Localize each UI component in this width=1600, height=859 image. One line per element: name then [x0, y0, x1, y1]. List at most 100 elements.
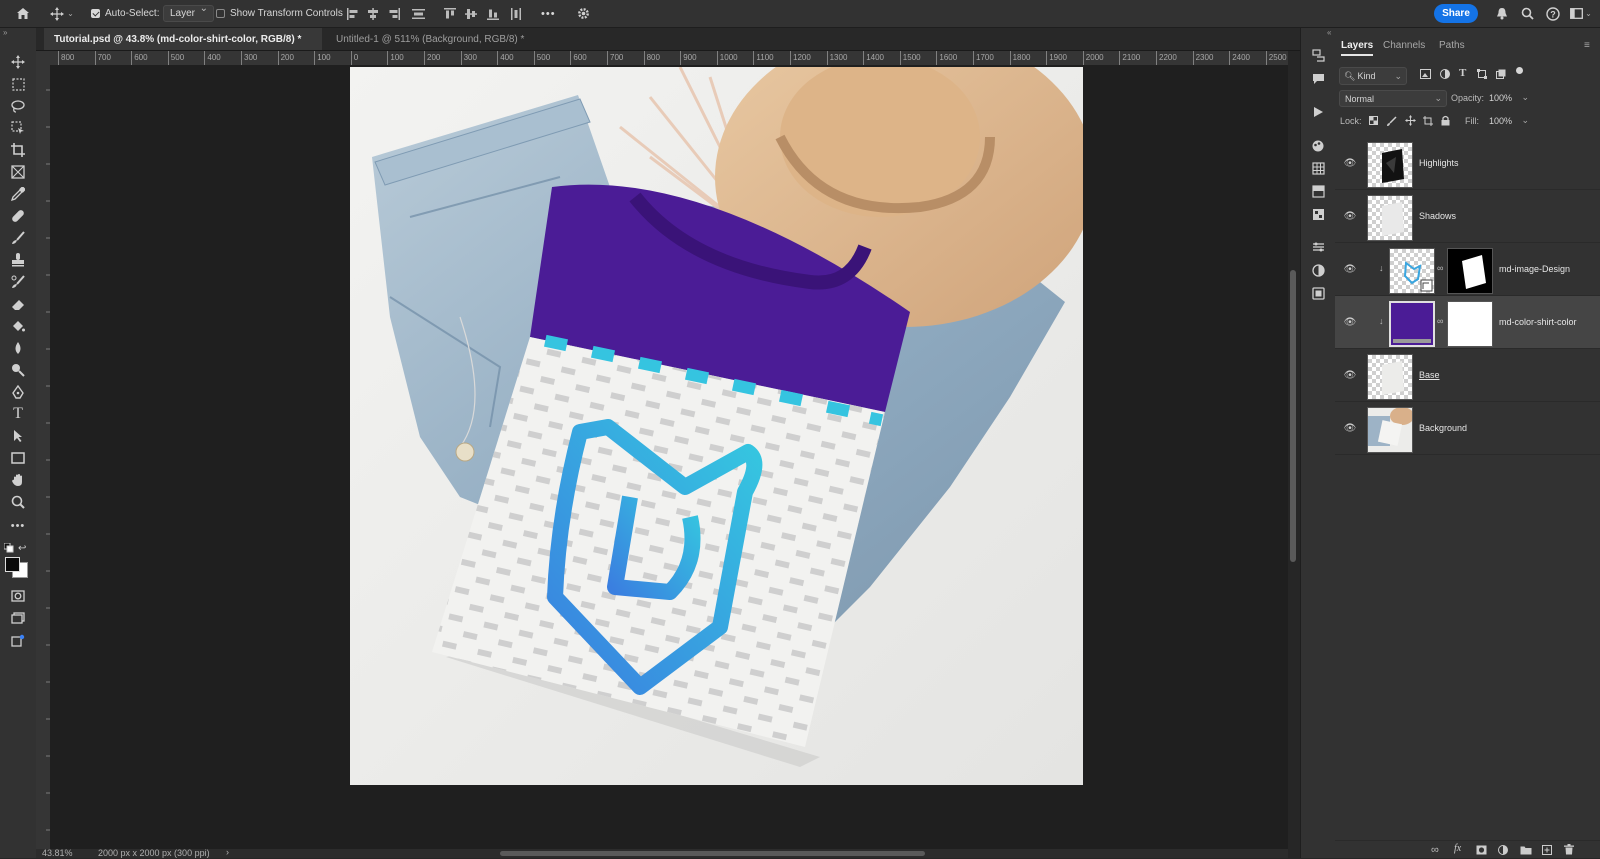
align-middle-icon[interactable] [464, 0, 478, 27]
comments-panel-icon[interactable] [1308, 70, 1328, 88]
show-transform-checkbox[interactable]: Show Transform Controls [216, 0, 343, 27]
lock-all-icon[interactable] [1441, 115, 1450, 129]
layer-name[interactable]: md-color-shirt-color [1499, 317, 1577, 327]
filter-adjustment-icon[interactable] [1440, 69, 1450, 82]
gear-icon[interactable] [575, 0, 591, 27]
filter-pixel-icon[interactable] [1420, 69, 1431, 82]
home-icon[interactable] [14, 0, 32, 27]
align-center-icon[interactable] [366, 0, 380, 27]
history-brush-tool-icon[interactable] [6, 272, 30, 292]
blend-mode-dropdown[interactable]: Normal ⌄ [1339, 90, 1447, 107]
paint-bucket-tool-icon[interactable] [6, 316, 30, 336]
collapse-panels-icon[interactable]: « [1327, 28, 1331, 37]
clone-stamp-tool-icon[interactable] [6, 250, 30, 270]
tab-layers[interactable]: Layers [1341, 40, 1373, 51]
align-top-icon[interactable] [443, 0, 457, 27]
color-panel-icon[interactable] [1308, 136, 1328, 154]
quick-mask-icon[interactable] [6, 586, 30, 606]
gradients-panel-icon[interactable] [1308, 182, 1328, 200]
search-icon[interactable] [1519, 0, 1535, 27]
layer-row-shadows[interactable]: 👁︎ Shadows [1335, 190, 1600, 243]
layer-row-md-image-design[interactable]: 👁︎ ↓ ∞ md-image-Design [1335, 243, 1600, 296]
filter-smart-object-icon[interactable] [1496, 69, 1506, 82]
filter-shape-icon[interactable] [1477, 69, 1487, 82]
align-bottom-icon[interactable] [486, 0, 500, 27]
eye-icon[interactable]: 👁︎ [1344, 316, 1357, 328]
align-left-icon[interactable] [346, 0, 360, 27]
eye-icon[interactable]: 👁︎ [1344, 263, 1357, 275]
share-button[interactable]: Share [1434, 4, 1478, 23]
zoom-level[interactable]: 43.81% [42, 848, 73, 858]
rectangle-tool-icon[interactable] [6, 448, 30, 468]
eye-icon[interactable]: 👁︎ [1344, 369, 1357, 381]
properties-panel-icon[interactable] [1308, 238, 1328, 256]
layer-name[interactable]: Base [1419, 370, 1440, 380]
bell-icon[interactable] [1494, 0, 1510, 27]
document-canvas[interactable] [350, 67, 1083, 785]
horizontal-ruler[interactable]: 800 700 600 500 400 300 200 100 0 100 200 300 400 500… [50, 51, 1288, 66]
zoom-tool-icon[interactable] [6, 492, 30, 512]
workspace-icon[interactable]: ⌄ [1569, 0, 1593, 27]
layer-name[interactable]: md-image-Design [1499, 264, 1570, 274]
auto-select-checkbox[interactable]: Auto-Select: [91, 0, 159, 27]
screen-mode-icon[interactable] [6, 608, 30, 628]
panel-menu-icon[interactable]: ≡ [1584, 40, 1590, 51]
distribute-vertical-icon[interactable] [509, 0, 523, 27]
new-adjustment-layer-icon[interactable] [1498, 845, 1508, 858]
dodge-tool-icon[interactable] [6, 360, 30, 380]
healing-brush-tool-icon[interactable] [6, 206, 30, 226]
doc-tab-untitled[interactable]: Untitled-1 @ 511% (Background, RGB/8) * [326, 28, 546, 50]
eye-icon[interactable]: 👁︎ [1344, 210, 1357, 222]
adjustments-panel-icon[interactable] [1308, 261, 1328, 279]
default-colors-icon[interactable] [3, 542, 14, 556]
filter-type-icon[interactable]: T [1459, 67, 1466, 79]
actions-play-icon[interactable] [1308, 103, 1328, 121]
ruler-origin[interactable] [36, 51, 50, 65]
hand-tool-icon[interactable] [6, 470, 30, 490]
eraser-tool-icon[interactable] [6, 294, 30, 314]
opacity-field[interactable]: 100% ⌄ [1489, 90, 1529, 105]
link-layers-icon[interactable]: ∞ [1431, 844, 1439, 856]
layer-name[interactable]: Shadows [1419, 211, 1456, 221]
help-icon[interactable]: ? [1545, 0, 1561, 27]
lock-position-icon[interactable] [1405, 115, 1416, 129]
lock-image-icon[interactable] [1387, 116, 1397, 129]
brush-tool-icon[interactable] [6, 228, 30, 248]
patterns-panel-icon[interactable] [1308, 205, 1328, 223]
layer-name[interactable]: Background [1419, 423, 1467, 433]
layer-row-background[interactable]: 👁︎ Background [1335, 402, 1600, 455]
trash-icon[interactable] [1564, 844, 1574, 858]
eye-icon[interactable]: 👁︎ [1344, 157, 1357, 169]
type-tool-icon[interactable]: T [6, 404, 30, 424]
blur-tool-icon[interactable] [6, 338, 30, 358]
history-panel-icon[interactable] [1308, 46, 1328, 64]
crop-tool-icon[interactable] [6, 140, 30, 160]
distribute-icon[interactable] [410, 0, 426, 27]
layer-name[interactable]: Highlights [1419, 158, 1459, 168]
swatches-panel-icon[interactable] [1308, 159, 1328, 177]
layer-row-base[interactable]: 👁︎ Base [1335, 349, 1600, 402]
generative-fill-icon[interactable] [6, 631, 30, 651]
eyedropper-tool-icon[interactable] [6, 184, 30, 204]
status-menu-arrow[interactable]: › [226, 847, 229, 857]
layer-row-md-color-shirt-color[interactable]: 👁︎ ↓ ∞ md-color-shirt-color [1335, 296, 1600, 349]
move-tool-icon[interactable] [6, 52, 30, 72]
vertical-ruler[interactable] [36, 65, 51, 849]
fill-field[interactable]: 100% ⌄ [1489, 113, 1529, 128]
new-group-icon[interactable] [1520, 845, 1532, 858]
swap-colors-icon[interactable]: ↩ [18, 543, 26, 554]
new-layer-icon[interactable] [1542, 845, 1552, 858]
layer-mask-thumbnail[interactable] [1447, 248, 1493, 294]
tab-channels[interactable]: Channels [1383, 40, 1425, 51]
more-tools-icon[interactable]: ••• [6, 516, 30, 536]
lock-transparent-icon[interactable] [1369, 116, 1378, 128]
object-selection-tool-icon[interactable] [6, 118, 30, 138]
lasso-tool-icon[interactable] [6, 96, 30, 116]
add-mask-icon[interactable] [1476, 845, 1487, 858]
libraries-panel-icon[interactable] [1308, 284, 1328, 302]
layer-row-highlights[interactable]: 👁︎ Highlights [1335, 137, 1600, 190]
layer-mask-thumbnail[interactable] [1447, 301, 1493, 347]
filter-toggle-icon[interactable] [1516, 67, 1523, 74]
horizontal-scrollbar-thumb[interactable] [500, 851, 925, 856]
more-options-button[interactable]: ••• [541, 0, 556, 27]
